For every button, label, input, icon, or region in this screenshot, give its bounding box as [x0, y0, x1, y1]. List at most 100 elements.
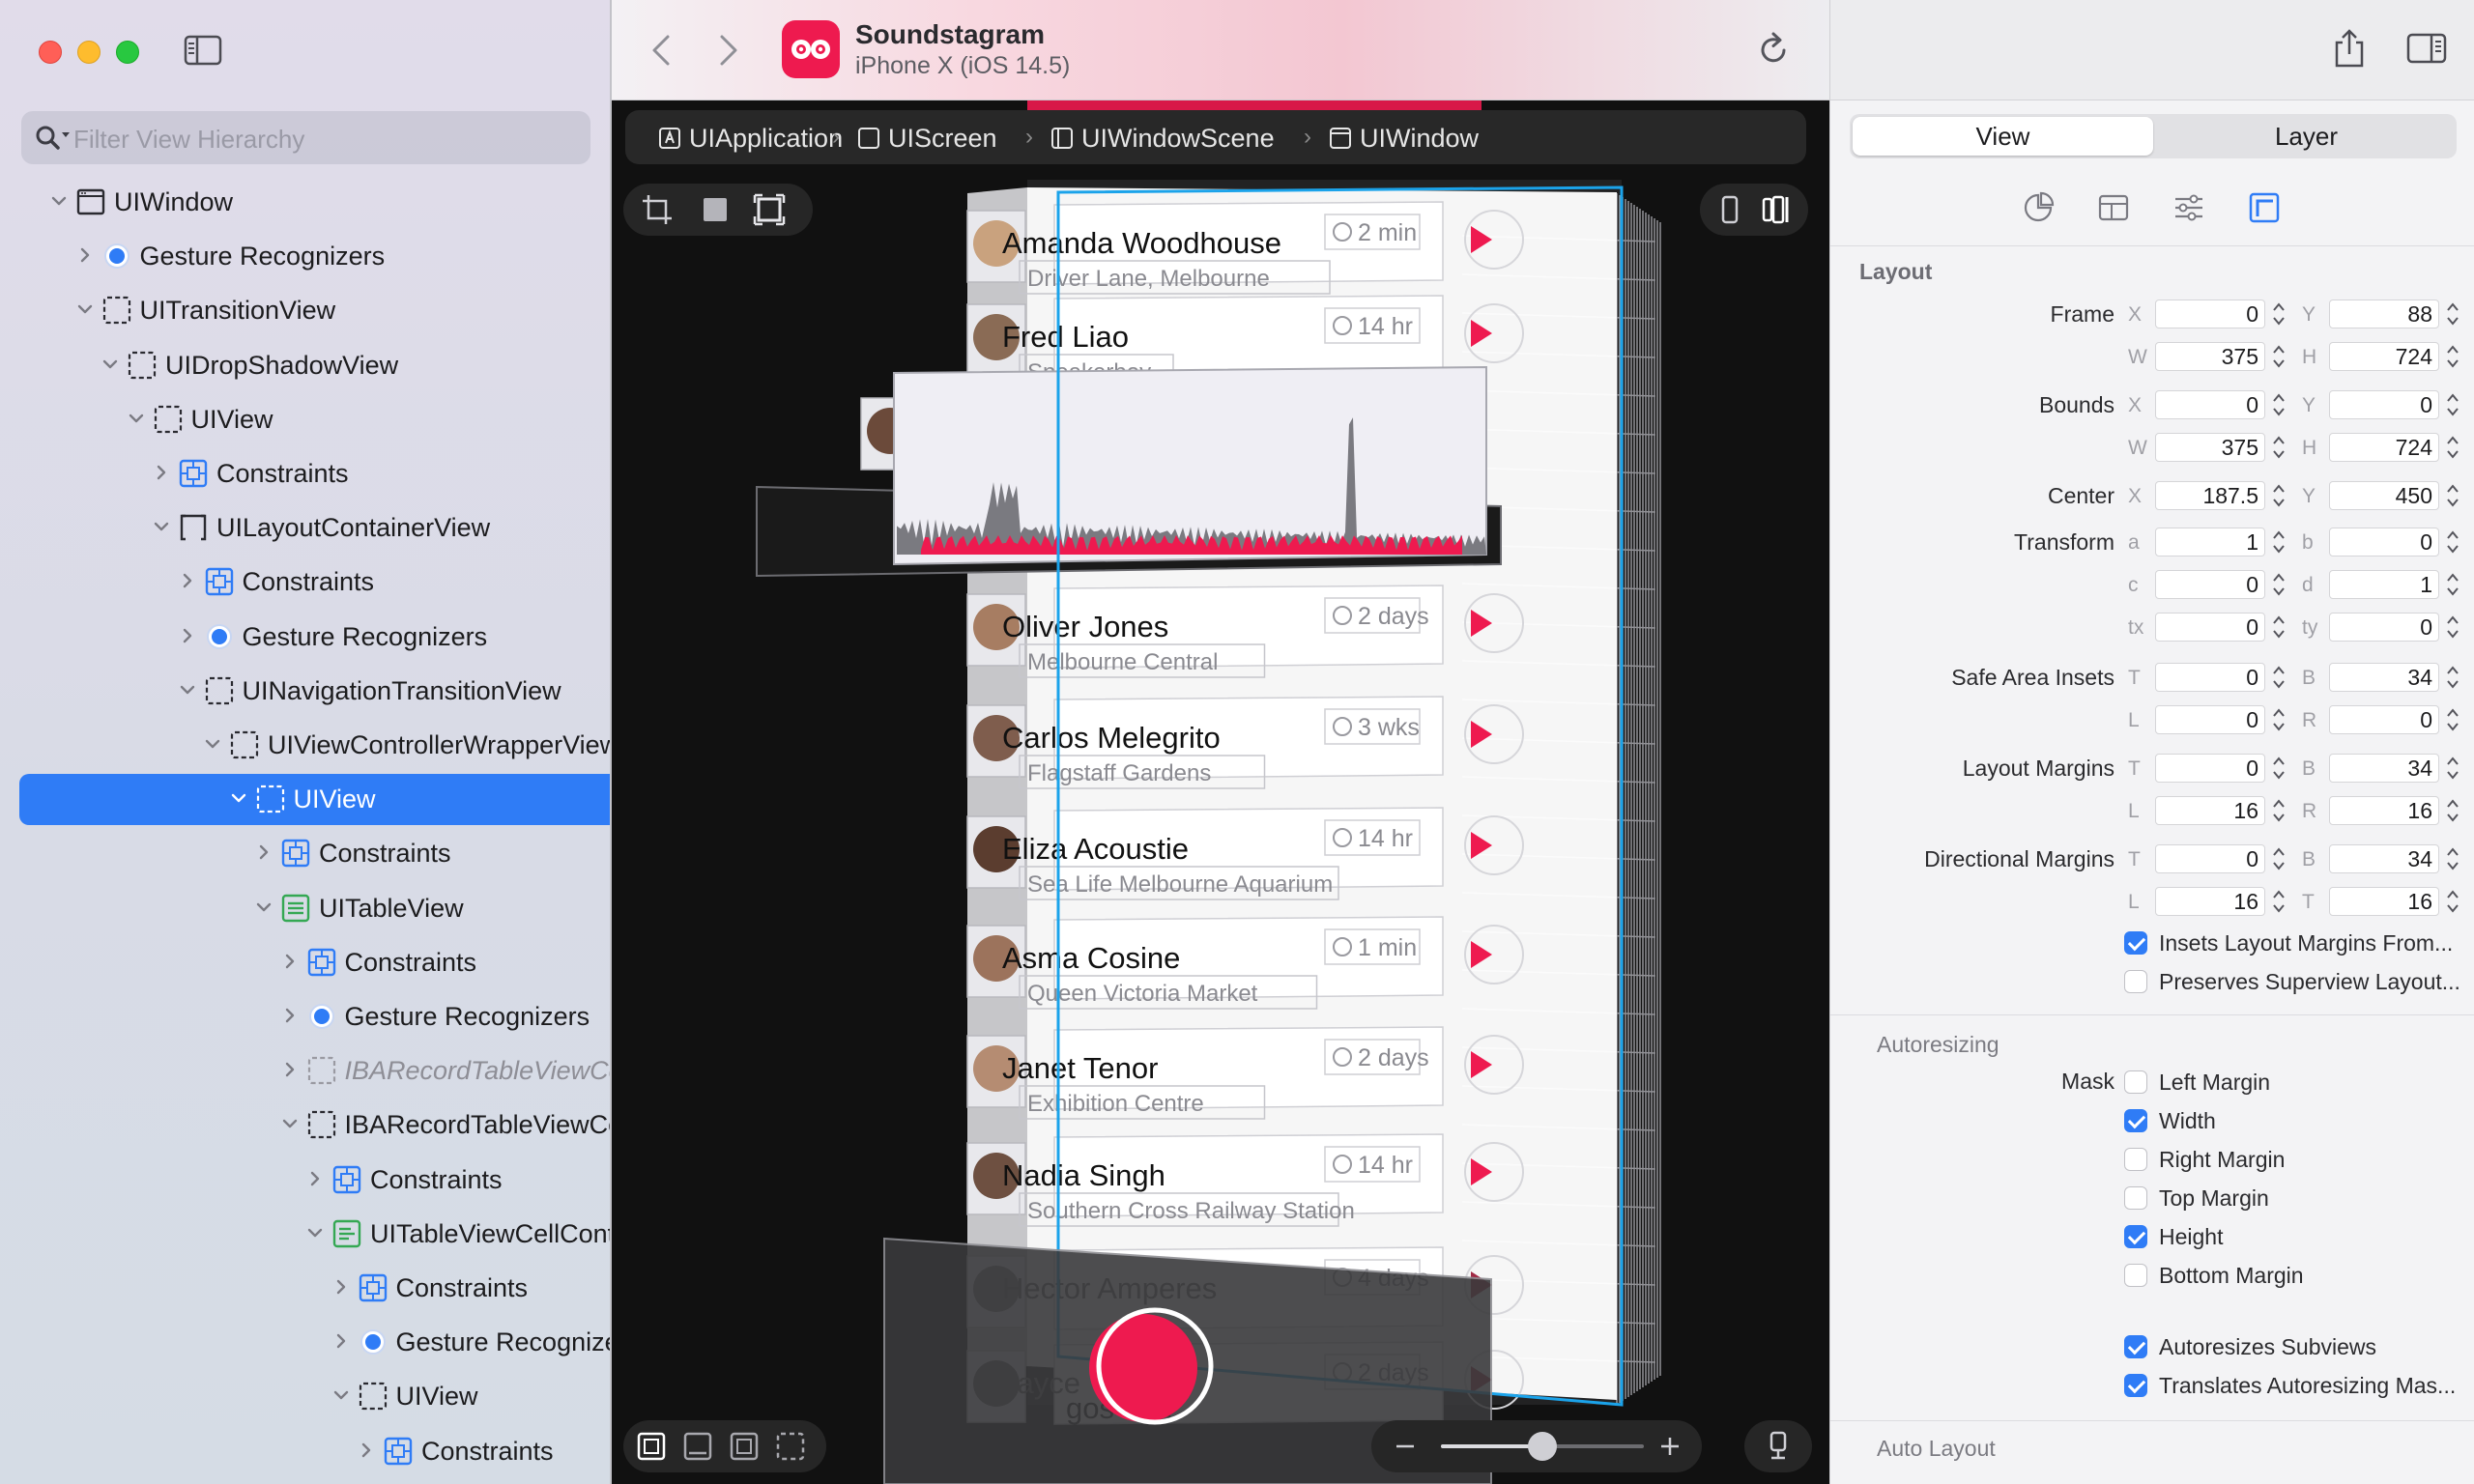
share-icon[interactable] [2331, 27, 2368, 70]
tree-row[interactable]: UILayoutContainerView [0, 502, 610, 554]
tree-row[interactable]: UITableViewCellContentView [0, 1209, 610, 1260]
chevron-right-icon[interactable] [253, 842, 274, 863]
number-field[interactable]: 724 [2329, 433, 2439, 462]
number-field[interactable]: 1 [2329, 570, 2439, 599]
chevron-down-icon[interactable] [151, 516, 172, 537]
tree-row[interactable]: UIView [0, 394, 610, 445]
tree-row[interactable]: UIView [19, 774, 610, 826]
checkbox[interactable] [2124, 1109, 2147, 1132]
close-window-button[interactable] [39, 41, 62, 64]
tree-row[interactable]: Constraints [0, 1155, 610, 1206]
stepper-icon[interactable] [2269, 340, 2288, 373]
stepper-icon[interactable] [2443, 568, 2462, 601]
breadcrumb-item[interactable]: UIWindow [1360, 124, 1479, 154]
breadcrumb-item[interactable]: UIScreen [888, 124, 997, 154]
number-field[interactable]: 34 [2329, 663, 2439, 692]
tree-row[interactable]: IBARecordTableViewCell [0, 1099, 610, 1151]
stepper-icon[interactable] [2269, 611, 2288, 643]
number-field[interactable]: 724 [2329, 342, 2439, 371]
tree-row[interactable]: Gesture Recognizers [0, 231, 610, 282]
number-field[interactable]: 0 [2329, 390, 2439, 419]
tree-row[interactable]: UITableView [0, 883, 610, 934]
stepper-icon[interactable] [2269, 794, 2288, 827]
chevron-right-icon[interactable] [304, 1168, 326, 1189]
checkbox[interactable] [2124, 1374, 2147, 1397]
breadcrumb-item[interactable]: UIWindowScene [1081, 124, 1275, 154]
stepper-icon[interactable] [2269, 885, 2288, 918]
chevron-right-icon[interactable] [279, 1005, 301, 1026]
filter-view-hierarchy-field[interactable]: Filter View Hierarchy [21, 111, 590, 164]
layout-inspector-icon[interactable] [2097, 191, 2130, 224]
stepper-icon[interactable] [2443, 885, 2462, 918]
size-inspector-icon[interactable] [2022, 191, 2055, 224]
stepper-icon[interactable] [2443, 703, 2462, 736]
chevron-right-icon[interactable] [177, 625, 198, 646]
number-field[interactable]: 16 [2329, 796, 2439, 825]
checkbox[interactable] [2124, 1335, 2147, 1358]
zoom-slider-thumb[interactable] [1528, 1432, 1557, 1461]
tree-row[interactable]: UIViewControllerWrapperView [0, 720, 610, 771]
stepper-icon[interactable] [2443, 526, 2462, 558]
clipped-content-icon[interactable] [681, 1430, 714, 1463]
chevron-down-icon[interactable] [126, 408, 147, 429]
dashed-frame-icon[interactable] [774, 1430, 807, 1463]
number-field[interactable]: 88 [2329, 300, 2439, 328]
number-field[interactable]: 1 [2155, 528, 2265, 556]
tree-row[interactable]: UINavigationTransitionView [0, 666, 610, 717]
chevron-right-icon[interactable] [331, 1330, 352, 1352]
stepper-icon[interactable] [2269, 388, 2288, 421]
checkbox[interactable] [2124, 1070, 2147, 1094]
number-field[interactable]: 0 [2155, 663, 2265, 692]
chevron-right-icon[interactable] [279, 1059, 301, 1080]
checkbox[interactable] [2124, 1186, 2147, 1210]
back-arrow-icon[interactable] [648, 33, 674, 68]
number-field[interactable]: 16 [2155, 887, 2265, 916]
tree-row[interactable]: Constraints [0, 937, 610, 988]
content-frame-icon[interactable] [635, 1430, 668, 1463]
crop-icon[interactable] [641, 193, 674, 226]
exploded-view-hierarchy[interactable]: Amanda Woodhouse Driver Lane, Melbourne 2 … [612, 100, 1829, 1484]
forward-arrow-icon[interactable] [716, 33, 741, 68]
number-field[interactable]: 16 [2329, 887, 2439, 916]
tree-row[interactable]: Constraints [0, 556, 610, 608]
chevron-down-icon[interactable] [228, 787, 249, 809]
number-field[interactable]: 0 [2329, 613, 2439, 642]
stepper-icon[interactable] [2269, 661, 2288, 694]
number-field[interactable]: 0 [2155, 844, 2265, 873]
tree-row[interactable]: UIDropShadowView [0, 340, 610, 391]
chevron-down-icon[interactable] [48, 190, 70, 212]
chevron-down-icon[interactable] [202, 733, 223, 755]
number-field[interactable]: 187.5 [2155, 481, 2265, 510]
number-field[interactable]: 0 [2155, 390, 2265, 419]
chevron-down-icon[interactable] [331, 1384, 352, 1406]
stepper-icon[interactable] [2443, 479, 2462, 512]
breadcrumb-item[interactable]: UIApplication [689, 124, 843, 154]
number-field[interactable]: 16 [2155, 796, 2265, 825]
number-field[interactable]: 0 [2155, 705, 2265, 734]
chevron-down-icon[interactable] [177, 679, 198, 700]
stepper-icon[interactable] [2269, 842, 2288, 875]
chevron-down-icon[interactable] [74, 299, 96, 320]
frame-inspector-icon[interactable] [2248, 191, 2281, 224]
stepper-icon[interactable] [2269, 479, 2288, 512]
chevron-right-icon[interactable] [74, 244, 96, 266]
tree-row[interactable]: Gesture Recognizers [0, 1317, 610, 1368]
tree-row[interactable]: Constraints [0, 448, 610, 499]
tree-row[interactable]: Constraints [0, 1426, 610, 1477]
zoom-in-icon[interactable] [1654, 1430, 1686, 1463]
debug-options-icon[interactable] [1762, 1430, 1795, 1463]
checkbox[interactable] [2124, 1148, 2147, 1171]
tree-row[interactable]: Gesture Recognizers [0, 612, 610, 663]
fill-square-icon[interactable] [699, 193, 732, 226]
number-field[interactable]: 0 [2155, 570, 2265, 599]
stepper-icon[interactable] [2269, 703, 2288, 736]
chevron-right-icon[interactable] [331, 1276, 352, 1298]
stepper-icon[interactable] [2443, 340, 2462, 373]
number-field[interactable]: 0 [2155, 300, 2265, 328]
stepper-icon[interactable] [2443, 752, 2462, 785]
sidebar-toggle-icon[interactable] [184, 35, 222, 66]
chevron-right-icon[interactable] [356, 1440, 377, 1461]
tree-row[interactable]: IBARecordTableViewCell [0, 1045, 610, 1097]
stepper-icon[interactable] [2443, 298, 2462, 330]
device-portrait-icon[interactable] [1713, 193, 1746, 226]
